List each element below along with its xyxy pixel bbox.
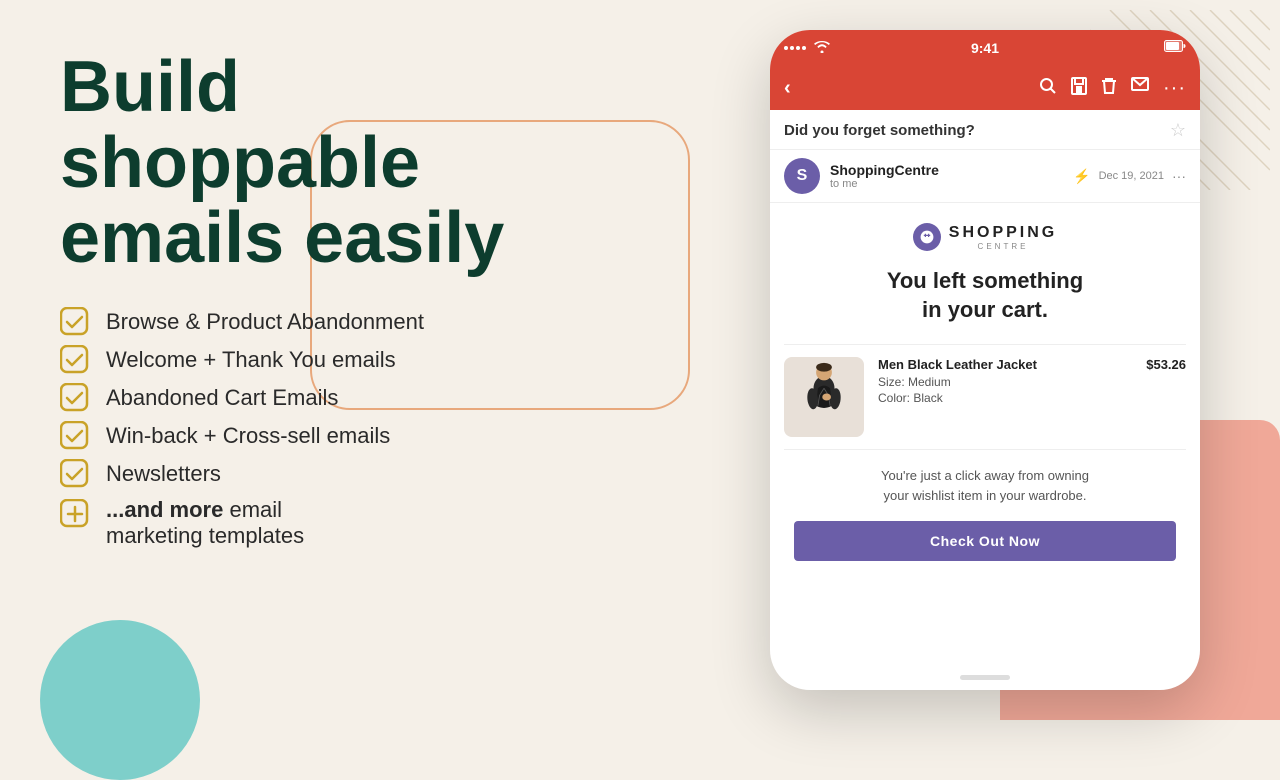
- headline: Build shoppable emails easily: [60, 50, 680, 277]
- shop-sub: CENTRE: [949, 242, 1057, 251]
- status-left: [784, 41, 830, 56]
- email-body: SHOPPING CENTRE You left somethingin you…: [770, 203, 1200, 581]
- check-icon: [60, 421, 90, 451]
- signal-dot: [784, 46, 788, 50]
- feature-text-3: Abandoned Cart Emails: [106, 385, 338, 411]
- product-color: Color: Black: [878, 391, 1186, 405]
- email-options-icon[interactable]: ···: [1172, 168, 1186, 184]
- sender-avatar: S: [784, 158, 820, 194]
- toolbar-icons: ···: [1039, 77, 1186, 100]
- list-item-more: ...and more emailmarketing templates: [60, 497, 680, 549]
- check-icon: [60, 459, 90, 489]
- status-right: [1164, 39, 1186, 57]
- sender-to: to me: [830, 178, 1063, 190]
- list-item: Win-back + Cross-sell emails: [60, 421, 680, 451]
- product-name: Men Black Leather Jacket: [878, 357, 1037, 372]
- search-icon[interactable]: [1039, 77, 1057, 100]
- feature-text-4: Win-back + Cross-sell emails: [106, 423, 390, 449]
- shop-logo-icon: [913, 223, 941, 251]
- star-icon[interactable]: ☆: [1170, 120, 1186, 141]
- check-icon: [60, 383, 90, 413]
- list-item: Newsletters: [60, 459, 680, 489]
- phone-mockup: 9:41 ‹: [770, 30, 1200, 690]
- back-button[interactable]: ‹: [784, 77, 791, 100]
- shop-logo: SHOPPING CENTRE: [784, 223, 1186, 251]
- signal-dot: [796, 46, 800, 50]
- wifi-icon: [814, 41, 830, 56]
- feature-text-6: ...and more emailmarketing templates: [106, 497, 304, 549]
- sender-name: ShoppingCentre: [830, 162, 1063, 178]
- email-subject: Did you forget something?: [784, 122, 975, 139]
- email-header: Did you forget something? ☆: [770, 110, 1200, 150]
- product-details: Men Black Leather Jacket $53.26 Size: Me…: [878, 357, 1186, 407]
- checkout-button[interactable]: Check Out Now: [794, 521, 1176, 561]
- trash-icon[interactable]: [1101, 77, 1117, 100]
- home-indicator: [960, 675, 1010, 680]
- sender-info: ShoppingCentre to me: [830, 162, 1063, 190]
- email-toolbar: ‹: [770, 66, 1200, 110]
- signal-bars: [784, 46, 806, 50]
- left-content: Build shoppable emails easily Browse & P…: [60, 50, 680, 557]
- cart-headline: You left somethingin your cart.: [784, 267, 1186, 324]
- lightning-icon: ⚡: [1073, 168, 1090, 185]
- battery-icon: [1164, 39, 1186, 57]
- email-sender-row: S ShoppingCentre to me ⚡ Dec 19, 2021 ··…: [770, 150, 1200, 203]
- mail-icon[interactable]: [1131, 77, 1149, 100]
- product-size: Size: Medium: [878, 375, 1186, 389]
- shop-name-group: SHOPPING CENTRE: [949, 224, 1057, 251]
- email-date: Dec 19, 2021: [1099, 170, 1164, 182]
- feature-text-2: Welcome + Thank You emails: [106, 347, 396, 373]
- list-item: Abandoned Cart Emails: [60, 383, 680, 413]
- product-image: [784, 357, 864, 437]
- plus-icon: [60, 499, 90, 529]
- product-row: Men Black Leather Jacket $53.26 Size: Me…: [784, 344, 1186, 450]
- save-icon[interactable]: [1071, 77, 1087, 100]
- feature-text-1: Browse & Product Abandonment: [106, 309, 424, 335]
- cta-text: You're just a click away from owningyour…: [794, 466, 1176, 505]
- shop-name: SHOPPING: [949, 224, 1057, 242]
- email-meta-right: ⚡ Dec 19, 2021 ···: [1073, 168, 1186, 185]
- list-item: Welcome + Thank You emails: [60, 345, 680, 375]
- feature-list: Browse & Product Abandonment Welcome + T…: [60, 307, 680, 549]
- status-bar: 9:41: [770, 30, 1200, 66]
- check-icon: [60, 345, 90, 375]
- cta-section: You're just a click away from owningyour…: [784, 466, 1186, 561]
- feature-text-5: Newsletters: [106, 461, 221, 487]
- list-item: Browse & Product Abandonment: [60, 307, 680, 337]
- check-icon: [60, 307, 90, 337]
- bg-teal-circle: [40, 620, 200, 780]
- signal-dot: [790, 46, 794, 50]
- phone-frame: 9:41 ‹: [770, 30, 1200, 690]
- status-time: 9:41: [971, 40, 999, 56]
- signal-dot: [802, 46, 806, 50]
- product-price: $53.26: [1146, 357, 1186, 372]
- more-icon[interactable]: ···: [1163, 77, 1186, 100]
